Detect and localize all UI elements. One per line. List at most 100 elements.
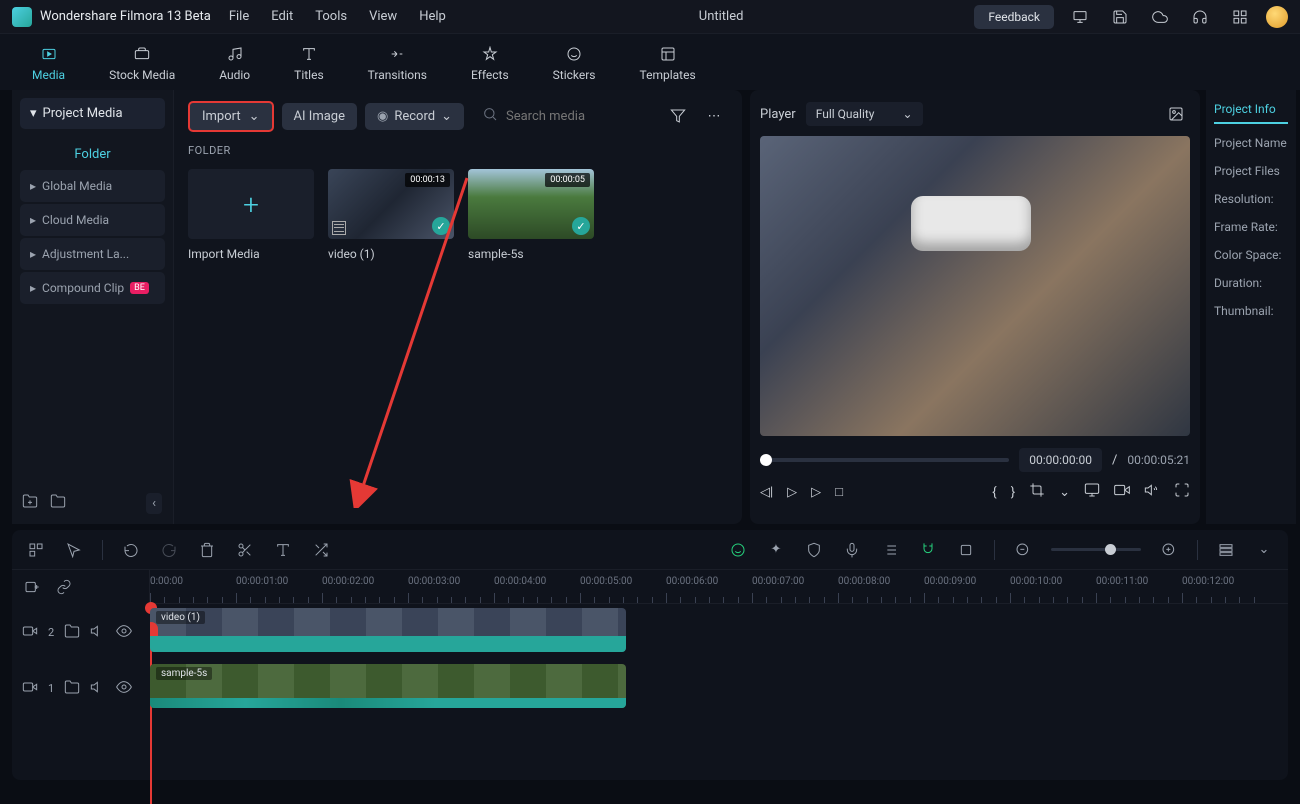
tracks[interactable]: video (1) sample-5s (150, 604, 1288, 716)
collapse-icon[interactable]: ‹ (146, 493, 162, 514)
user-avatar[interactable] (1266, 6, 1288, 28)
save-icon[interactable] (1106, 3, 1134, 31)
play-back-icon[interactable]: ▷ (787, 485, 797, 500)
clip-video1[interactable]: video (1) (150, 608, 626, 652)
display-icon[interactable] (1084, 482, 1100, 502)
list-icon[interactable] (880, 540, 900, 560)
link-icon[interactable] (54, 577, 74, 597)
sidebar-item-adjustment[interactable]: ▸Adjustment La... (20, 238, 165, 270)
media-import-tile[interactable]: + Import Media (188, 169, 314, 261)
mic-icon[interactable] (842, 540, 862, 560)
sidebar-header[interactable]: ▾ Project Media (20, 98, 165, 129)
more-icon[interactable]: ⋯ (700, 102, 728, 130)
shield-icon[interactable] (804, 540, 824, 560)
titlebar: Wondershare Filmora 13 Beta File Edit To… (0, 0, 1300, 34)
ruler-mark: 0:00:00 (150, 576, 183, 587)
folder-icon[interactable] (50, 493, 66, 514)
sidebar-folder[interactable]: Folder (20, 139, 165, 170)
snapshot-icon[interactable] (1162, 100, 1190, 128)
chevron-down-icon[interactable]: ⌄ (1254, 540, 1274, 560)
stop-icon[interactable]: □ (835, 484, 843, 500)
apps-icon[interactable] (26, 540, 46, 560)
eye-icon[interactable] (116, 679, 132, 698)
clip-handle[interactable] (150, 622, 158, 650)
filter-icon[interactable] (664, 102, 692, 130)
new-folder-icon[interactable] (22, 493, 38, 514)
preview-viewport[interactable] (760, 136, 1190, 436)
marker-icon[interactable] (956, 540, 976, 560)
sidebar-header-label: Project Media (43, 106, 123, 121)
folder-section-label: FOLDER (188, 144, 728, 157)
grid-icon[interactable] (1226, 3, 1254, 31)
ai-face-icon[interactable] (728, 540, 748, 560)
eye-icon[interactable] (116, 623, 132, 642)
volume-icon[interactable] (1144, 482, 1160, 502)
menu-view[interactable]: View (369, 9, 397, 24)
folder-icon[interactable] (64, 623, 80, 642)
feedback-button[interactable]: Feedback (974, 5, 1054, 29)
record-button[interactable]: ◉Record⌄ (365, 103, 464, 130)
tab-stickers[interactable]: Stickers (545, 39, 604, 86)
zoom-out-icon[interactable] (1013, 540, 1033, 560)
ai-image-button[interactable]: AI Image (282, 103, 357, 130)
redo-icon[interactable] (159, 540, 179, 560)
play-icon[interactable]: ▷ (811, 485, 821, 500)
trash-icon[interactable] (197, 540, 217, 560)
view-mode-icon[interactable] (1216, 540, 1236, 560)
chevron-down-icon[interactable]: ⌄ (1059, 485, 1070, 500)
cloud-icon[interactable] (1146, 3, 1174, 31)
filmstrip-icon (332, 221, 346, 235)
monitor-icon[interactable] (1066, 3, 1094, 31)
prev-frame-icon[interactable]: ◁| (760, 485, 773, 500)
tab-titles[interactable]: Titles (286, 39, 331, 86)
camera-icon[interactable] (1114, 482, 1130, 502)
mute-icon[interactable] (90, 679, 106, 698)
preview-panel: Player Full Quality⌄ 00:00:00:00 / 00:00… (750, 90, 1200, 524)
search-input[interactable] (506, 109, 646, 124)
text-icon[interactable] (273, 540, 293, 560)
mute-icon[interactable] (90, 623, 106, 642)
zoom-in-icon[interactable] (1159, 540, 1179, 560)
zoom-slider[interactable] (1051, 548, 1141, 551)
sidebar-item-cloud[interactable]: ▸Cloud Media (20, 204, 165, 236)
menu-edit[interactable]: Edit (271, 9, 293, 24)
progress-slider[interactable] (760, 458, 1009, 462)
cursor-icon[interactable] (64, 540, 84, 560)
fullscreen-icon[interactable] (1174, 482, 1190, 502)
media-item-video1[interactable]: 00:00:13 video (1) (328, 169, 454, 261)
time-total: 00:00:05:21 (1127, 453, 1190, 467)
menu-help[interactable]: Help (419, 9, 446, 24)
magnet-icon[interactable] (918, 540, 938, 560)
crop-icon[interactable] (1029, 482, 1045, 502)
plus-icon: + (188, 169, 314, 239)
tab-stock-media[interactable]: Stock Media (101, 39, 183, 86)
swap-icon[interactable] (311, 540, 331, 560)
import-button[interactable]: Import⌄ (188, 101, 274, 132)
track-head-2: 2 (12, 604, 150, 660)
menu-tools[interactable]: Tools (315, 9, 347, 24)
ruler[interactable]: 0:00:0000:00:01:0000:00:02:0000:00:03:00… (150, 570, 1288, 604)
folder-icon[interactable] (64, 679, 80, 698)
clip-label: video (1) (156, 611, 205, 624)
quality-select[interactable]: Full Quality⌄ (806, 102, 923, 126)
tab-effects[interactable]: Effects (463, 39, 517, 86)
headphones-icon[interactable] (1186, 3, 1214, 31)
sidebar-item-global[interactable]: ▸Global Media (20, 170, 165, 202)
tab-transitions[interactable]: Transitions (360, 39, 435, 86)
info-row: Duration: (1214, 276, 1288, 290)
clip-sample5s[interactable]: sample-5s (150, 664, 626, 708)
timeline-panel: ✦ ⌄ 0:00:0000:00:01:0000:00:02:0000:00:0… (12, 530, 1288, 780)
mark-in-icon[interactable]: { (992, 485, 996, 500)
tab-audio[interactable]: Audio (211, 39, 258, 86)
sidebar-item-compound[interactable]: ▸Compound ClipBE (20, 272, 165, 304)
info-tab[interactable]: Project Info (1214, 102, 1288, 124)
tab-templates[interactable]: Templates (632, 39, 704, 86)
cut-icon[interactable] (235, 540, 255, 560)
mark-out-icon[interactable]: } (1011, 485, 1015, 500)
sparkle-icon[interactable]: ✦ (766, 540, 786, 560)
media-item-sample5s[interactable]: 00:00:05 sample-5s (468, 169, 594, 261)
tab-media[interactable]: Media (24, 39, 73, 86)
add-track-icon[interactable] (22, 577, 42, 597)
menu-file[interactable]: File (229, 9, 249, 24)
undo-icon[interactable] (121, 540, 141, 560)
